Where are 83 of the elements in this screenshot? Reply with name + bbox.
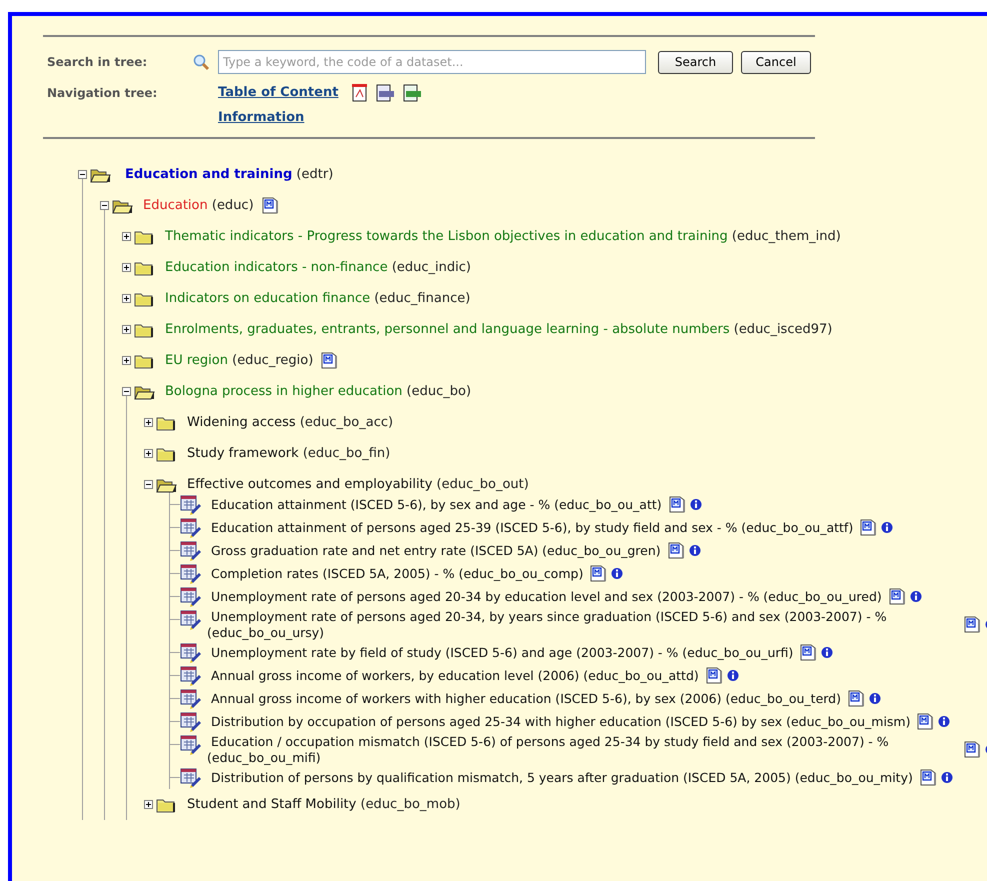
- info-icon[interactable]: [940, 771, 953, 784]
- dataset-link[interactable]: Unemployment rate of persons aged 20-34, by years since graduation (ISCED 5-6) and sex (2003-2007) - % (educ_bo_ou_ursy): [207, 608, 957, 640]
- document-icon[interactable]: [920, 769, 937, 786]
- dataset-icon: [180, 608, 202, 630]
- table-of-content-link[interactable]: Table of Content: [218, 83, 338, 103]
- document-icon[interactable]: [262, 197, 279, 214]
- expand-toggle[interactable]: [144, 449, 153, 458]
- dataset-link[interactable]: Education / occupation mismatch (ISCED 5-6) of persons aged 25-34 by study field and sex (2003-2007) - % (educ_bo_ou_mifi): [207, 734, 957, 766]
- text-file-icon[interactable]: [376, 84, 396, 102]
- info-icon[interactable]: [821, 646, 834, 659]
- expand-toggle[interactable]: [144, 418, 153, 427]
- folder-label[interactable]: Widening access (educ_bo_acc): [187, 412, 394, 432]
- info-icon[interactable]: [688, 544, 701, 557]
- document-icon[interactable]: [800, 644, 818, 661]
- expand-toggle[interactable]: [122, 356, 131, 365]
- dataset-icon: [180, 494, 202, 516]
- expand-toggle[interactable]: [122, 294, 131, 303]
- dataset-icon: [180, 562, 202, 584]
- document-icon[interactable]: [321, 352, 338, 369]
- expand-toggle[interactable]: [122, 325, 131, 334]
- dataset-icon: [180, 664, 202, 686]
- folder-label[interactable]: Bologna process in higher education (educ_bo): [165, 382, 472, 402]
- document-icon[interactable]: [917, 713, 934, 730]
- dataset-link[interactable]: Annual gross income of workers with higher education (ISCED 5-6), by sex (2006) (educ_bo_ou_terd): [207, 690, 841, 706]
- expand-toggle[interactable]: [144, 800, 153, 809]
- folder-label[interactable]: Indicators on education finance (educ_finance): [165, 288, 470, 308]
- dataset-icon: [180, 710, 202, 732]
- navigation-label: Navigation tree:: [47, 85, 158, 102]
- collapse-toggle[interactable]: [122, 387, 131, 396]
- search-label: Search in tree:: [47, 54, 148, 71]
- cancel-button[interactable]: Cancel: [741, 50, 811, 74]
- dataset-icon: [180, 734, 202, 756]
- info-icon[interactable]: [910, 590, 922, 603]
- document-icon[interactable]: [668, 542, 685, 559]
- document-icon[interactable]: [848, 690, 865, 707]
- expand-toggle[interactable]: [122, 232, 131, 241]
- dataset-link[interactable]: Education attainment of persons aged 25-39 (ISCED 5-6), by study field and sex - % (educ_bo_ou_attf): [207, 520, 854, 536]
- info-icon[interactable]: [869, 692, 881, 705]
- dataset-link[interactable]: Annual gross income of workers, by education level (2006) (educ_bo_ou_attd): [207, 668, 699, 684]
- spreadsheet-file-icon[interactable]: [403, 84, 422, 102]
- dataset-icon: [180, 516, 202, 538]
- dataset-icon: [180, 688, 202, 710]
- folder-label[interactable]: Enrolments, graduates, entrants, personnel and language learning - absolute numbers (educ_isced97): [165, 320, 832, 340]
- document-icon[interactable]: [888, 588, 906, 605]
- search-field[interactable]: Type a keyword, the code of a dataset...: [218, 50, 646, 74]
- folder-label[interactable]: Education indicators - non-finance (educ_indic): [165, 258, 471, 278]
- dataset-link[interactable]: Distribution by occupation of persons aged 25-34 with higher education (ISCED 5-6) by sex (educ_bo_ou_mism): [207, 714, 910, 730]
- info-icon[interactable]: [881, 521, 894, 534]
- search-icon: [193, 54, 210, 70]
- search-button[interactable]: Search: [658, 50, 733, 74]
- collapse-toggle[interactable]: [100, 201, 109, 210]
- info-icon[interactable]: [938, 715, 950, 728]
- pdf-file-icon[interactable]: [352, 84, 368, 102]
- folder-label[interactable]: EU region (educ_regio): [165, 350, 314, 370]
- folder-label[interactable]: Thematic indicators - Progress towards the Lisbon objectives in education and training (educ_them_ind): [165, 226, 841, 246]
- expand-toggle[interactable]: [122, 263, 131, 272]
- document-icon[interactable]: [964, 616, 981, 633]
- dataset-icon: [180, 766, 202, 788]
- folder-label[interactable]: Student and Staff Mobility (educ_bo_mob): [187, 794, 460, 814]
- folder-label[interactable]: Effective outcomes and employability (educ_bo_out): [187, 474, 529, 494]
- dataset-link[interactable]: Distribution of persons by qualification mismatch, 5 years after graduation (ISCED 5A, 2005) (educ_bo_ou_mity): [207, 770, 913, 786]
- dataset-icon: [180, 586, 202, 608]
- information-link[interactable]: Information: [218, 107, 304, 129]
- info-icon[interactable]: [726, 669, 739, 682]
- document-icon[interactable]: [706, 667, 723, 684]
- document-icon[interactable]: [860, 519, 878, 536]
- dataset-link[interactable]: Unemployment rate by field of study (ISCED 5-6) and age (2003-2007) - % (educ_bo_ou_urfi): [207, 644, 794, 660]
- folder-label[interactable]: Education and training (edtr): [125, 164, 334, 184]
- collapse-toggle[interactable]: [78, 170, 87, 179]
- folder-label[interactable]: Study framework (educ_bo_fin): [187, 444, 390, 464]
- document-icon[interactable]: [964, 741, 981, 758]
- info-icon[interactable]: [690, 498, 702, 511]
- folder-label[interactable]: Education (educ): [143, 196, 254, 216]
- dataset-icon: [180, 642, 202, 664]
- document-icon[interactable]: [590, 565, 608, 582]
- document-icon[interactable]: [668, 496, 686, 513]
- dataset-link[interactable]: Gross graduation rate and net entry rate (ISCED 5A) (educ_bo_ou_gren): [207, 542, 661, 558]
- dataset-link[interactable]: Completion rates (ISCED 5A, 2005) - % (educ_bo_ou_comp): [207, 566, 584, 582]
- dataset-link[interactable]: Unemployment rate of persons aged 20-34 by education level and sex (2003-2007) - % (educ_bo_ou_ured): [207, 588, 882, 604]
- collapse-toggle[interactable]: [144, 480, 153, 489]
- dataset-icon: [180, 540, 202, 562]
- dataset-link[interactable]: Education attainment (ISCED 5-6), by sex and age - % (educ_bo_ou_att): [207, 496, 662, 512]
- info-icon[interactable]: [611, 567, 624, 580]
